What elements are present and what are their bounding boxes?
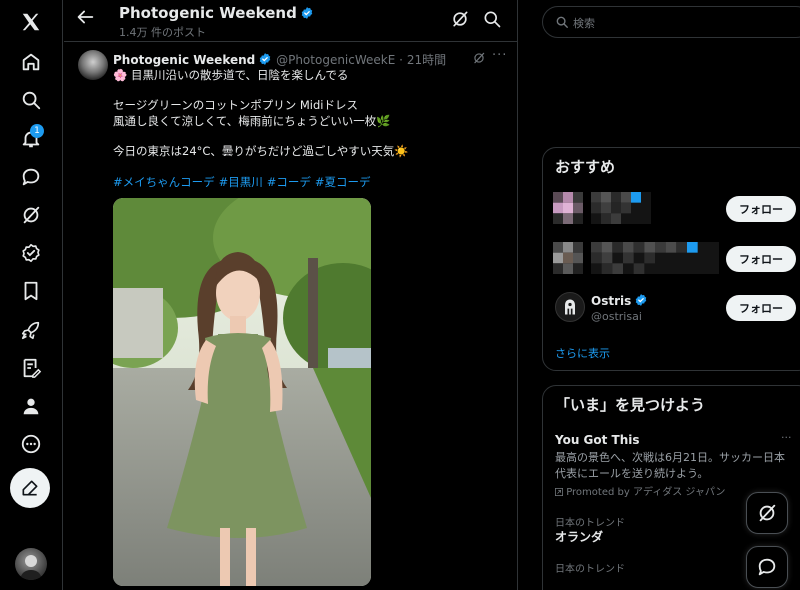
tweet-author-name[interactable]: Photogenic Weekend <box>113 53 255 67</box>
tweet-photo[interactable] <box>113 198 371 586</box>
jobs-icon[interactable] <box>13 312 49 348</box>
right-sidebar: おすすめ フォロー フォロー Ostris @ostrisai フォロー さらに… <box>519 0 800 590</box>
search-icon[interactable] <box>482 9 502 29</box>
tweet-text-line: 今日の東京は24°C、曇りがちだけど過ごしやすい天気☀️ <box>113 144 409 158</box>
profile-icon[interactable] <box>13 388 49 424</box>
tweet-author-handle[interactable]: @PhotogenicWeekE <box>276 53 395 67</box>
ostris-avatar[interactable] <box>555 292 585 322</box>
who-to-follow-card: おすすめ フォロー フォロー Ostris @ostrisai フォロー さらに… <box>542 147 800 371</box>
grok-floating-button[interactable] <box>746 492 788 534</box>
follow-button[interactable]: フォロー <box>726 295 796 321</box>
tweet-more-icon[interactable]: ··· <box>492 48 507 63</box>
hashtag-link[interactable]: #目黒川 <box>219 175 263 189</box>
post-count: 1.4万 件のポスト <box>119 26 206 39</box>
trends-title: 「いま」を見つけよう <box>555 396 706 414</box>
ostris-handle: @ostrisai <box>591 310 642 323</box>
promoted-description: 代表にエールを送り続けよう。 <box>555 467 709 480</box>
follow-button[interactable]: フォロー <box>726 196 796 222</box>
tweet-text-line: 風通し良くて涼しくて、梅雨前にちょうどいい一枚🌿 <box>113 114 391 128</box>
suggestion-name-pixelated <box>591 242 719 274</box>
hashtag-link[interactable]: #コーデ <box>267 175 311 189</box>
messages-icon[interactable] <box>13 159 49 195</box>
who-to-follow-title: おすすめ <box>555 158 616 176</box>
search-bar[interactable] <box>542 6 800 38</box>
suggestion-avatar-pixelated[interactable] <box>553 192 583 224</box>
promoted-trend-title[interactable]: You Got This <box>555 433 640 447</box>
promoted-icon <box>555 488 563 496</box>
grok-icon[interactable] <box>472 51 486 65</box>
ostris-name[interactable]: Ostris <box>591 293 648 308</box>
tweet-hashtags: #メイちゃんコーデ #目黒川 #コーデ #夏コーデ <box>113 174 375 190</box>
trend-category: 日本のトレンド <box>555 564 625 575</box>
account-avatar[interactable] <box>15 548 47 580</box>
hashtag-link[interactable]: #メイちゃんコーデ <box>113 175 215 189</box>
main-column: Photogenic Weekend 1.4万 件のポスト Photogenic… <box>64 0 518 590</box>
show-more-link[interactable]: さらに表示 <box>555 345 610 361</box>
tweet-header: Photogenic Weekend @PhotogenicWeekE · 21… <box>113 51 446 68</box>
verified-badge-icon <box>260 53 271 65</box>
promoted-description: 最高の景色へ、次戦は6月21日。サッカー日本 <box>555 451 785 464</box>
bookmarks-icon[interactable] <box>13 273 49 309</box>
promoted-by: Promoted by アディダス ジャパン <box>555 483 725 498</box>
grok-icon <box>759 504 776 522</box>
trend-category: 日本のトレンド <box>555 518 625 529</box>
premium-icon[interactable] <box>13 235 49 271</box>
grok-icon[interactable] <box>450 9 470 29</box>
notification-badge: 1 <box>30 124 44 138</box>
tweet-text-line: 🌸 目黒川沿いの散歩道で、日陰を楽しんでる <box>113 68 349 82</box>
profile-header: Photogenic Weekend 1.4万 件のポスト <box>64 0 517 42</box>
hashtag-link[interactable]: #夏コーデ <box>315 175 371 189</box>
compose-icon <box>22 480 38 496</box>
back-arrow-icon[interactable] <box>74 6 96 28</box>
left-nav: 1 <box>0 0 63 590</box>
profile-title: Photogenic Weekend <box>119 4 314 22</box>
messages-floating-button[interactable] <box>746 546 788 588</box>
ostris-logo-icon <box>565 299 575 315</box>
home-icon[interactable] <box>13 44 49 80</box>
follow-button[interactable]: フォロー <box>726 246 796 272</box>
lists-icon[interactable] <box>13 350 49 386</box>
tweet-separator: · <box>399 53 403 67</box>
promoted-more-icon[interactable]: ··· <box>781 431 792 444</box>
grok-icon[interactable] <box>13 197 49 233</box>
compose-post-button[interactable] <box>10 468 50 508</box>
search-input[interactable] <box>573 13 773 33</box>
tweet-author-avatar[interactable] <box>78 50 108 80</box>
tweet-timestamp[interactable]: 21時間 <box>407 53 446 67</box>
tweet-text-line: セージグリーンのコットンポプリン Midiドレス <box>113 98 358 112</box>
verified-badge-icon <box>301 7 313 19</box>
search-icon <box>556 16 568 28</box>
trend-name[interactable]: オランダ <box>555 528 603 545</box>
verified-badge-icon <box>636 294 647 306</box>
suggestion-name-pixelated <box>591 192 651 224</box>
messages-icon <box>758 558 776 576</box>
suggestion-avatar-pixelated[interactable] <box>553 242 583 274</box>
x-logo-icon[interactable] <box>13 4 49 40</box>
explore-icon[interactable] <box>13 82 49 118</box>
more-icon[interactable] <box>13 426 49 462</box>
